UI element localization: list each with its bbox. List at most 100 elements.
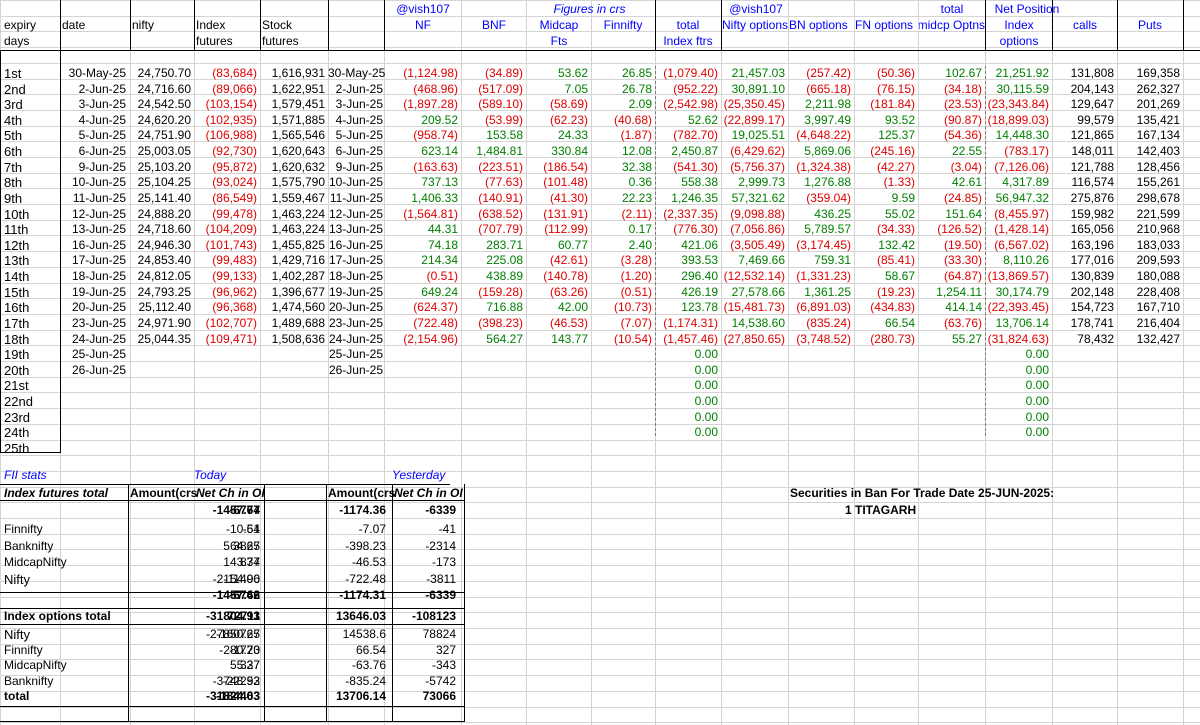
cell-iopt: 30,174.79 [995, 284, 1049, 299]
header-nifty: nifty [132, 18, 155, 32]
cell-calls: 163,196 [1070, 237, 1114, 252]
total-above-label: total [940, 2, 964, 16]
fii-yesterday-oi: -6339 [425, 588, 456, 602]
cell-day: 1st [4, 66, 22, 81]
cell-iopt: 56,947.32 [995, 190, 1049, 205]
cell-nopt: (9,098.88) [730, 206, 785, 221]
fii-yesterday-amount: -7.07 [358, 522, 386, 536]
cell-date: 3-Jun-25 [78, 97, 126, 112]
fii-amount-header-today: Amount(crs [130, 486, 198, 500]
cell-date2: 17-Jun-25 [328, 253, 383, 268]
fii-yesterday-amount: -398.23 [345, 538, 386, 553]
cell-tot: (782.70) [673, 128, 718, 143]
cell-nf: (722.48) [413, 315, 458, 330]
cell-mid: (63.26) [549, 284, 588, 299]
cell-calls: 154,723 [1070, 300, 1114, 315]
cell-nopt: (27,850.65) [723, 331, 785, 346]
cell-nf: 209.52 [421, 112, 458, 127]
header-midcap-options: midcp Optns [919, 18, 985, 32]
cell-date: 13-Jun-25 [71, 222, 126, 237]
cell-nopt: (15,481.73) [723, 300, 785, 315]
cell-bnopt: (4,648.22) [796, 128, 851, 143]
cell-mid: (112.99) [544, 222, 588, 237]
cell-date2: 9-Jun-25 [335, 159, 383, 174]
cell-nopt: (7,056.86) [730, 222, 785, 237]
cell-iopt: (18,899.03) [987, 112, 1049, 127]
cell-tot: 0.00 [694, 362, 718, 377]
cell-bnf: 225.08 [486, 253, 523, 268]
header-index-futures-2: futures [196, 34, 233, 48]
cell-bnopt: (257.42) [806, 66, 851, 80]
cell-idx: (99,483) [212, 253, 257, 268]
cell-stk: 1,559,467 [271, 190, 325, 205]
ban-list-item: 1 TITAGARH [845, 503, 917, 517]
cell-fin: (2.11) [621, 206, 652, 221]
handle-left: @vish107 [396, 2, 450, 16]
cell-fnopt: (19.23) [876, 284, 915, 299]
cell-iopt: 0.00 [1025, 425, 1049, 440]
cell-nf: 649.24 [421, 284, 458, 299]
cell-mid: 53.62 [557, 66, 588, 80]
cell-iopt: (22,393.45) [987, 300, 1049, 315]
cell-iopt: 0.00 [1025, 394, 1049, 409]
cell-tot: 2,450.87 [671, 144, 718, 159]
cell-mid: (58.69) [549, 97, 588, 112]
cell-fin: (1.87) [620, 128, 652, 143]
fii-amount-header-yesterday: Amount(crs [328, 486, 396, 500]
fii-row-label [4, 588, 124, 603]
cell-mid: (41.30) [549, 190, 588, 205]
cell-fin: (1.20) [620, 269, 652, 284]
cell-bnopt: 2,211.98 [805, 97, 851, 112]
header-index-futures-1: Index [196, 18, 226, 32]
cell-fin: (7.07) [620, 315, 652, 330]
header-days: days [4, 34, 30, 48]
cell-idx: (99,133) [212, 269, 257, 284]
cell-fnopt: (280.73) [870, 331, 915, 346]
header-divider [328, 0, 329, 50]
cell-bnf: (53.99) [484, 112, 523, 127]
cell-day: 15th [4, 284, 30, 300]
cell-nf: (0.51) [426, 269, 458, 284]
cell-iopt: 13,706.14 [995, 315, 1049, 330]
cell-midopt: 55.27 [951, 331, 982, 346]
cell-idx: (86,549) [212, 190, 257, 205]
cell-mid: 143.77 [551, 331, 588, 346]
fii-yesterday-oi: -3811 [426, 571, 456, 586]
cell-date2: 10-Jun-25 [328, 175, 383, 190]
cell-midopt: (33.30) [943, 253, 982, 268]
cell-fnopt: 125.37 [878, 128, 915, 143]
cell-iopt: 0.00 [1025, 409, 1049, 424]
cell-tot: 0.00 [694, 425, 718, 440]
header-index-options-2: options [999, 34, 1039, 48]
cell-calls: 130,839 [1070, 269, 1114, 284]
cell-puts: 180,088 [1136, 269, 1180, 284]
cell-fnopt: (76.15) [876, 81, 915, 96]
cell-nopt: 57,321.62 [731, 190, 785, 205]
cell-stk: 1,429,716 [271, 253, 325, 268]
cell-nifty: 24,750.70 [137, 66, 191, 80]
fii-mid-border [0, 624, 465, 625]
cell-nf: (1,124.98) [403, 66, 458, 80]
cell-nifty: 25,104.25 [137, 175, 191, 190]
cell-nifty: 24,812.05 [137, 269, 191, 284]
header-midcap-1: Midcap [539, 18, 579, 32]
cell-midopt: 151.64 [945, 206, 982, 221]
cell-day: 16th [4, 300, 30, 316]
cell-bnf: 1,484.81 [476, 144, 523, 159]
cell-fin: 2.40 [628, 237, 652, 252]
cell-puts: 128,456 [1136, 159, 1180, 174]
cell-iopt: 21,251.92 [995, 66, 1049, 80]
spreadsheet-grid[interactable]: @vish107 Figures in crs @vish107 total N… [0, 0, 1200, 725]
cell-date2: 18-Jun-25 [328, 269, 383, 284]
cell-fnopt: (1.33) [883, 175, 915, 190]
cell-date2: 30-May-25 [328, 66, 386, 80]
cell-bnopt: (665.18) [806, 81, 851, 96]
fii-yesterday-oi: -343 [431, 658, 456, 672]
header-total-index-1: total [676, 18, 700, 32]
cell-mid: 7.05 [564, 81, 588, 96]
cell-nf: 737.13 [421, 175, 458, 190]
header-puts: Puts [1137, 18, 1162, 32]
grid-row-line [0, 455, 1200, 456]
cell-puts: 262,327 [1136, 81, 1180, 96]
cell-nopt: 7,469.66 [738, 253, 785, 268]
